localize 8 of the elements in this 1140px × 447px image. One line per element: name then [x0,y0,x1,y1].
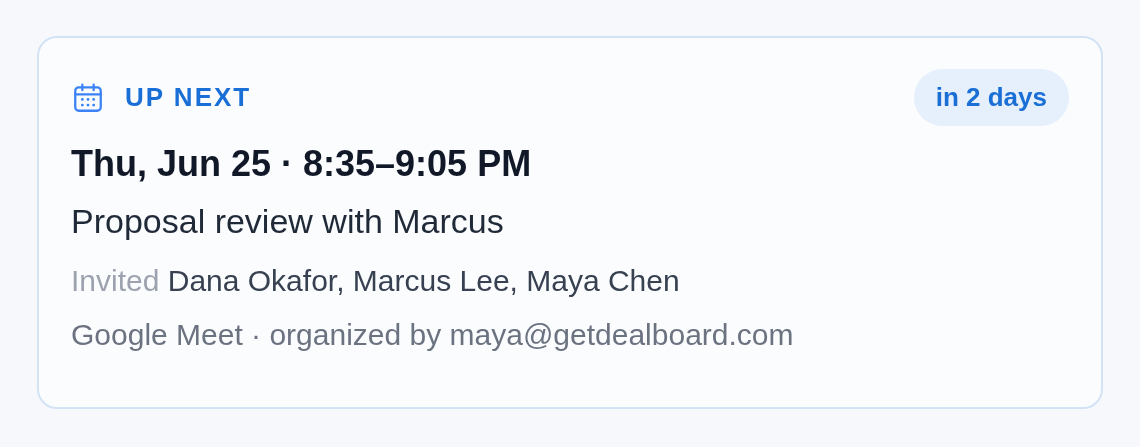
invited-label: Invited [71,264,160,297]
event-time: Thu, Jun 25 · 8:35–9:05 PM [71,142,533,186]
section-label: UP NEXT [125,81,252,114]
time-until-badge: in 2 days [913,69,1069,126]
calendar-icon [71,80,105,115]
event-title: Proposal review with Marcus [71,201,505,242]
invitee-names: Dana Okafor, Marcus Lee, Maya Chen [167,264,680,297]
event-details: Google Meet · organized by maya@getdealboard.com [71,317,795,353]
